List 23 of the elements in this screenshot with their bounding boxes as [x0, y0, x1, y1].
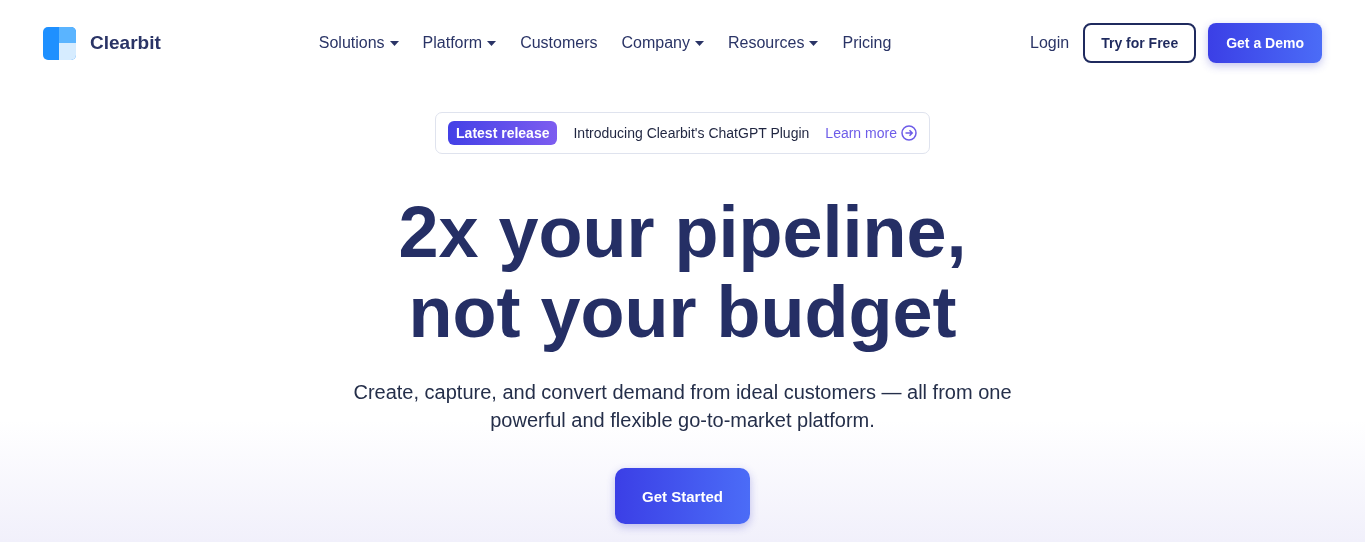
get-started-button[interactable]: Get Started [615, 468, 750, 524]
demo-button[interactable]: Get a Demo [1208, 23, 1322, 63]
nav-menu-item[interactable]: Customers [520, 34, 598, 52]
hero-headline: not your budget [408, 272, 957, 352]
try-free-button[interactable]: Try for Free [1083, 23, 1197, 63]
announcement-text: Introducing Clearbit's ChatGPT Plugin [573, 125, 810, 141]
nav-menu-item[interactable]: Solutions [318, 34, 399, 52]
nav-menu-item[interactable]: Pricing [842, 34, 892, 52]
arrow-circle-icon[interactable] [900, 125, 917, 141]
caret-icon[interactable] [389, 40, 399, 46]
caret-icon[interactable] [487, 40, 497, 46]
nav-menu-item[interactable]: Company [621, 34, 704, 52]
caret-icon[interactable] [809, 40, 819, 46]
release-badge: Latest release [448, 121, 558, 145]
login-link[interactable]: Login [1030, 34, 1070, 52]
nav-menu-item[interactable]: Platform [422, 34, 497, 52]
brand-name[interactable]: Clearbit [90, 32, 161, 54]
caret-icon[interactable] [695, 40, 704, 46]
learn-more-link[interactable]: Learn more [825, 125, 897, 141]
nav-menu-item[interactable]: Resources [728, 34, 819, 52]
hero-headline: 2x your pipeline, [398, 192, 967, 272]
hero-subtitle: Create, capture, and convert demand from ideal customers — all from one powerful and flexible go-to-market platform. [352, 380, 1013, 433]
logo-icon [43, 26, 76, 60]
